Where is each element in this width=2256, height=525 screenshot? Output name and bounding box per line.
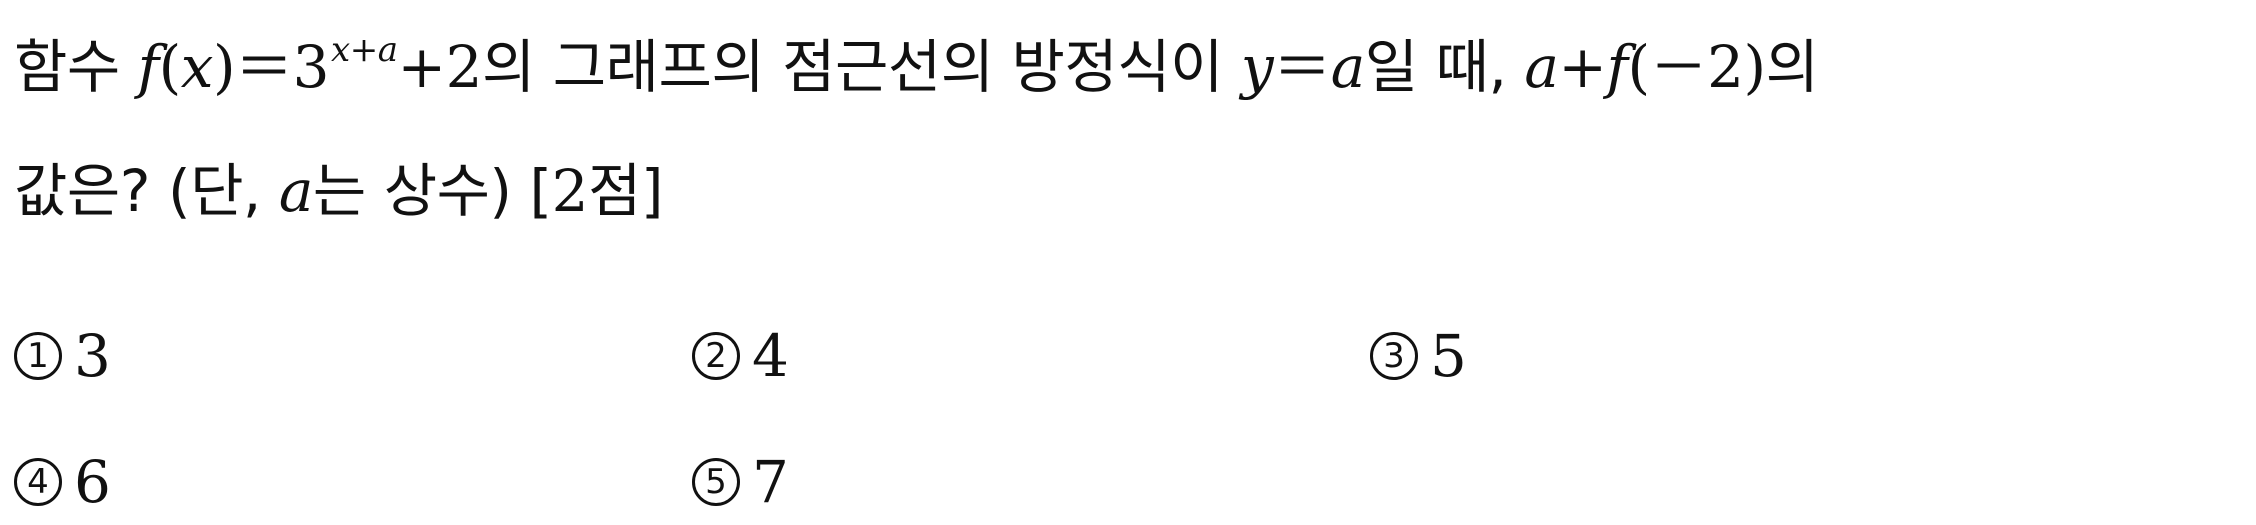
question-text: 값은? (단, bbox=[14, 157, 279, 225]
answer-choice-3[interactable]: 3 5 bbox=[1370, 327, 1467, 385]
math-var-a: a bbox=[1524, 33, 1559, 101]
math-equals: ＝ bbox=[1273, 33, 1331, 101]
choice-value: 6 bbox=[74, 448, 111, 516]
math-var-x: x bbox=[180, 33, 214, 101]
question-text: 일 때, bbox=[1364, 33, 1525, 101]
points-value: 2 bbox=[551, 157, 589, 225]
question-text: 는 상수) [ bbox=[312, 157, 552, 225]
math-plus-two: +2 bbox=[397, 33, 482, 101]
choice-value: 3 bbox=[74, 322, 111, 390]
question-text: 의 그래프의 점근선의 방정식이 bbox=[481, 33, 1241, 101]
choice-number-marker: 2 bbox=[692, 332, 740, 380]
question-text: 점] bbox=[588, 157, 664, 225]
math-function-f: f bbox=[137, 33, 159, 101]
answer-choice-5[interactable]: 5 7 bbox=[692, 453, 789, 511]
question-line-1: 함수 f(x)＝3x+a+2의 그래프의 점근선의 방정식이 y＝a일 때, a… bbox=[14, 33, 1819, 96]
math-paren-open: ( bbox=[158, 33, 182, 101]
math-function-f: f bbox=[1606, 33, 1628, 101]
choice-number-marker: 4 bbox=[14, 458, 62, 506]
answer-choice-4[interactable]: 4 6 bbox=[14, 453, 111, 511]
choice-value: 7 bbox=[752, 448, 789, 516]
math-var-a: a bbox=[278, 157, 314, 225]
question-line-2: 값은? (단, a는 상수) [2점] bbox=[14, 162, 664, 220]
answer-choice-1[interactable]: 1 3 bbox=[14, 327, 111, 385]
math-var-y: y bbox=[1240, 33, 1274, 101]
choice-number-marker: 5 bbox=[692, 458, 740, 506]
math-base-three: )＝3 bbox=[213, 33, 330, 101]
math-plus: + bbox=[1558, 33, 1607, 101]
math-exponent: x+a bbox=[331, 30, 398, 70]
choice-value: 4 bbox=[752, 322, 789, 390]
question-text: 함수 bbox=[14, 33, 138, 101]
choice-number-marker: 1 bbox=[14, 332, 62, 380]
answer-choice-2[interactable]: 2 4 bbox=[692, 327, 789, 385]
choice-value: 5 bbox=[1430, 322, 1467, 390]
math-var-a: a bbox=[1330, 33, 1366, 101]
choice-number-marker: 3 bbox=[1370, 332, 1418, 380]
question-text: 의 bbox=[1765, 33, 1819, 101]
math-argument: (－2) bbox=[1627, 33, 1767, 101]
